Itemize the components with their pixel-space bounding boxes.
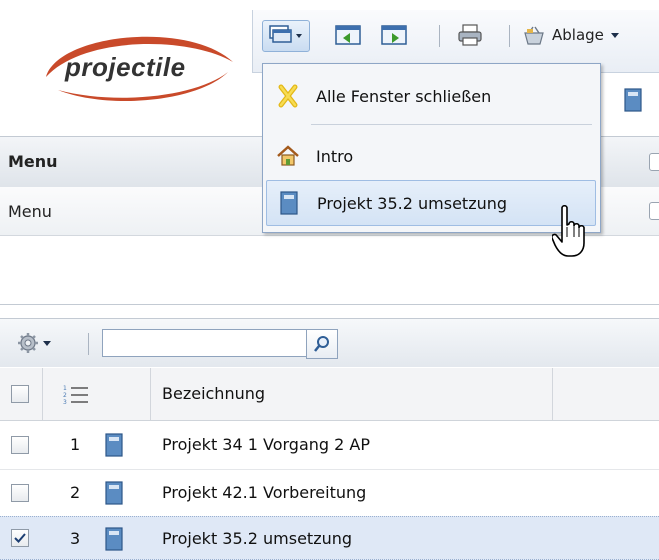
row-label: Projekt 35.2 umsetzung (162, 529, 353, 548)
book-icon (105, 481, 123, 505)
table-row[interactable]: 2 Projekt 42.1 Vorbereitung (0, 469, 659, 518)
row-checkbox[interactable] (11, 484, 29, 502)
book-icon (105, 433, 123, 457)
row-label: Projekt 42.1 Vorbereitung (162, 483, 367, 502)
svg-text:2: 2 (63, 392, 67, 399)
next-window-button[interactable] (377, 20, 411, 50)
chevron-down-icon (43, 341, 51, 346)
row-number: 3 (70, 529, 81, 548)
menu-item-projekt-35-2[interactable]: Projekt 35.2 umsetzung (266, 180, 596, 226)
column-header-bezeichnung[interactable]: Bezeichnung (162, 384, 265, 403)
previous-window-button[interactable] (331, 20, 365, 50)
toolbar-separator (509, 25, 510, 47)
home-icon (277, 145, 299, 166)
windows-icon (269, 25, 302, 43)
column-divider (150, 368, 151, 420)
grid-toolbar (0, 318, 659, 367)
select-all-checkbox[interactable] (11, 385, 29, 403)
ablage-menu-button[interactable]: Ablage (521, 20, 659, 50)
basket-icon (524, 26, 544, 45)
subpanel-toggle[interactable] (649, 202, 659, 220)
close-x-icon (278, 84, 298, 108)
menu-item-label: Alle Fenster schließen (316, 86, 492, 106)
book-icon (280, 191, 298, 215)
hand-pointer-cursor-icon (552, 205, 585, 257)
table-row-selected[interactable]: 3 Projekt 35.2 umsetzung (0, 516, 659, 560)
ablage-label: Ablage (552, 26, 604, 44)
gear-icon (18, 333, 38, 353)
printer-icon (458, 24, 482, 46)
print-button[interactable] (453, 20, 487, 50)
book-icon (624, 88, 642, 112)
grid-search-input[interactable] (102, 329, 308, 357)
logo-text: projectile (65, 52, 186, 82)
chevron-down-icon (610, 33, 619, 38)
column-divider (552, 368, 553, 420)
column-divider (42, 368, 43, 420)
numbered-list-icon[interactable]: 1 2 3 (62, 383, 90, 405)
checkmark-icon (14, 533, 26, 543)
windows-menu-button[interactable] (262, 20, 310, 52)
svg-text:1: 1 (63, 385, 67, 392)
menu-item-close-all-windows[interactable]: Alle Fenster schließen (266, 74, 594, 118)
open-project-button[interactable] (621, 85, 645, 115)
book-icon (105, 527, 123, 551)
row-label: Projekt 34 1 Vorgang 2 AP (162, 435, 370, 454)
toolbar-separator (88, 333, 89, 355)
menu-item-label: Projekt 35.2 umsetzung (317, 193, 508, 213)
settings-menu-button[interactable] (16, 331, 52, 355)
menu-separator (311, 124, 592, 125)
table-row[interactable]: 1 Projekt 34 1 Vorgang 2 AP (0, 421, 659, 470)
menu-item-intro[interactable]: Intro (266, 134, 594, 178)
windows-dropdown-menu: Alle Fenster schließen Intro Projekt 35.… (262, 63, 601, 233)
row-number: 2 (70, 483, 81, 502)
row-checkbox[interactable] (11, 436, 29, 454)
search-icon (314, 336, 329, 352)
row-number: 1 (70, 435, 81, 454)
menu-subpanel-title: Menu (8, 202, 52, 221)
svg-text:3: 3 (63, 399, 67, 405)
toolbar-separator (439, 25, 440, 47)
grid-header-row: 1 2 3 Bezeichnung (0, 368, 659, 421)
window-back-icon (335, 25, 361, 45)
projectile-logo: projectile (28, 22, 243, 112)
menu-panel-title: Menu (8, 152, 58, 171)
collapse-toggle[interactable] (649, 153, 659, 171)
search-button[interactable] (306, 329, 338, 359)
menu-item-label: Intro (316, 146, 354, 166)
window-forward-icon (381, 25, 407, 45)
row-checkbox-checked[interactable] (11, 529, 29, 547)
